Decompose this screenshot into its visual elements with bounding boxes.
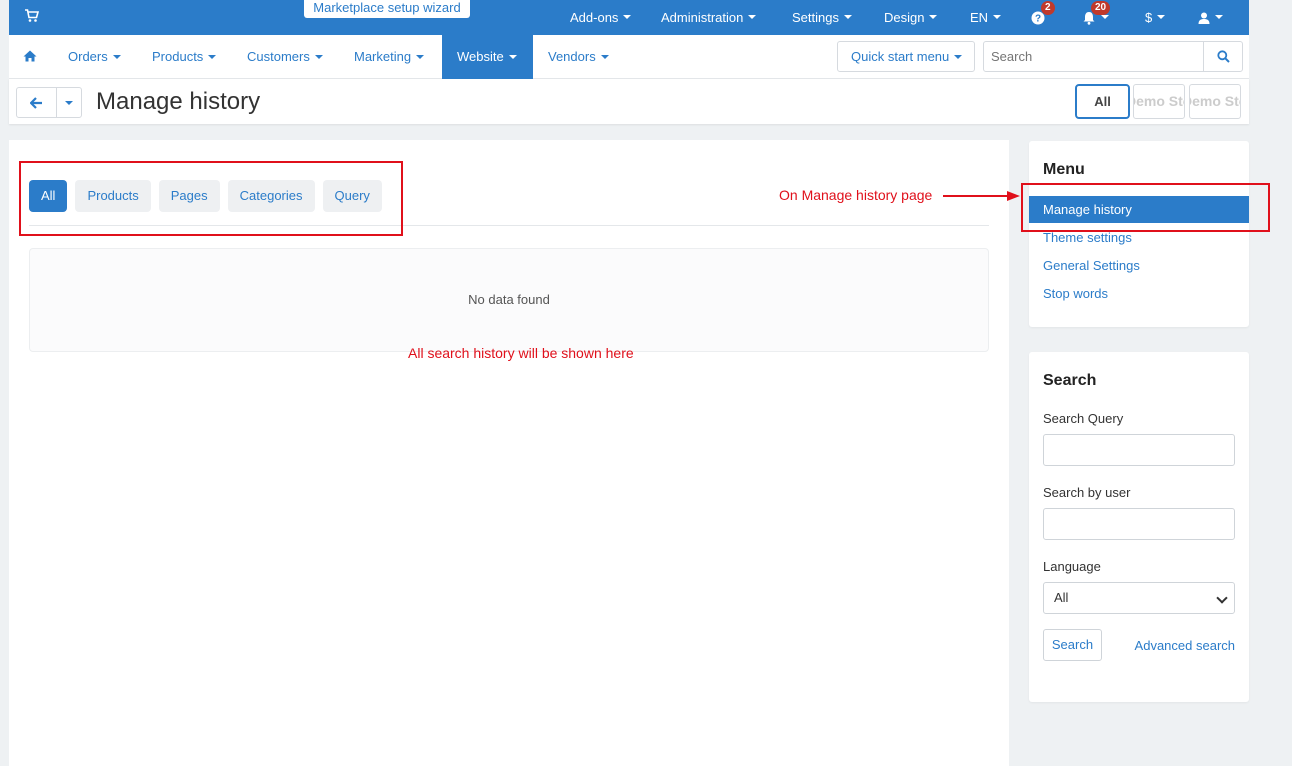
annotation-menu-box	[1021, 183, 1270, 232]
chevron-down-icon	[1215, 14, 1223, 19]
nav-customers[interactable]: Customers	[247, 35, 323, 79]
chevron-down-icon	[993, 14, 1002, 19]
home-link[interactable]	[23, 35, 39, 79]
chevron-down-icon	[112, 54, 121, 59]
language-label: EN	[970, 10, 989, 25]
title-bar: Manage history All Demo Store Demo Store	[9, 79, 1249, 124]
chevron-down-icon	[748, 14, 757, 19]
global-search-button[interactable]	[1203, 41, 1243, 72]
user-menu[interactable]	[1198, 0, 1223, 35]
nav-products-label: Products	[152, 49, 204, 64]
chevron-down-icon	[314, 54, 323, 59]
marketplace-setup-wizard-button[interactable]: Marketplace setup wizard	[304, 0, 470, 18]
quick-start-menu-button[interactable]: Quick start menu	[837, 41, 975, 72]
addons-label: Add-ons	[570, 10, 619, 25]
store-selector-2[interactable]: Demo Store	[1189, 84, 1241, 119]
notifications-menu[interactable]: 20	[1082, 0, 1111, 35]
back-dropdown-button[interactable]	[56, 87, 82, 118]
store-selector-1[interactable]: Demo Store	[1133, 84, 1185, 119]
menu-item-theme-settings[interactable]: Theme settings	[1043, 230, 1132, 245]
nav-orders[interactable]: Orders	[68, 35, 121, 79]
search-panel-title: Search	[1043, 372, 1097, 389]
addons-menu[interactable]: Add-ons	[570, 0, 632, 35]
language-filter-label: Language	[1043, 559, 1101, 574]
nav-vendors-label: Vendors	[548, 49, 596, 64]
nav-orders-label: Orders	[68, 49, 108, 64]
cart-icon[interactable]	[25, 9, 39, 23]
language-menu[interactable]: EN	[970, 0, 1002, 35]
store-all-button[interactable]: All	[1075, 84, 1130, 119]
design-menu[interactable]: Design	[884, 0, 938, 35]
annotation-tabs-box	[19, 161, 403, 236]
search-query-label: Search Query	[1043, 411, 1124, 426]
quick-start-label: Quick start menu	[851, 49, 950, 64]
search-submit-button[interactable]: Search	[1043, 629, 1102, 661]
chevron-down-icon	[954, 54, 963, 59]
menu-title: Menu	[1043, 161, 1085, 178]
nav-vendors[interactable]: Vendors	[548, 35, 609, 79]
chevron-down-icon	[600, 54, 609, 59]
language-select-value: All	[1054, 590, 1069, 605]
help-menu[interactable]: ? 2	[1031, 0, 1055, 35]
nav-website-label: Website	[457, 49, 504, 64]
search-by-user-input[interactable]	[1043, 508, 1235, 540]
annotation-arrow-note: On Manage history page	[779, 187, 933, 203]
annotation-history-note: All search history will be shown here	[408, 345, 634, 361]
search-query-input[interactable]	[1043, 434, 1235, 466]
chevron-down-icon	[208, 54, 217, 59]
currency-label: $	[1145, 10, 1153, 25]
top-bar: Marketplace setup wizard Add-ons Adminis…	[9, 0, 1249, 35]
search-icon	[1217, 50, 1230, 63]
home-icon	[23, 50, 37, 62]
no-data-panel: No data found	[29, 248, 989, 352]
settings-label: Settings	[792, 10, 839, 25]
menu-item-stop-words[interactable]: Stop words	[1043, 286, 1108, 301]
chevron-down-icon	[65, 100, 73, 105]
notifications-badge: 20	[1091, 1, 1111, 15]
administration-menu[interactable]: Administration	[661, 0, 757, 35]
sidebar-menu-panel: Menu Manage history Theme settings Gener…	[1029, 141, 1249, 327]
page-title: Manage history	[96, 88, 261, 115]
user-icon	[1198, 12, 1210, 24]
chevron-down-icon	[416, 54, 425, 59]
settings-menu[interactable]: Settings	[792, 0, 852, 35]
chevron-down-icon	[1157, 14, 1166, 19]
chevron-down-icon	[843, 14, 852, 19]
chevron-down-icon	[508, 54, 517, 59]
advanced-search-link[interactable]: Advanced search	[1135, 638, 1235, 653]
annotation-arrow-icon	[943, 191, 1020, 201]
sidebar-search-panel: Search Search Query Search by user Langu…	[1029, 352, 1249, 702]
nav-marketing-label: Marketing	[354, 49, 412, 64]
administration-label: Administration	[661, 10, 744, 25]
design-label: Design	[884, 10, 925, 25]
chevron-down-icon	[623, 14, 632, 19]
arrow-left-icon	[30, 97, 42, 109]
nav-marketing[interactable]: Marketing	[354, 35, 425, 79]
search-by-user-label: Search by user	[1043, 485, 1131, 500]
currency-menu[interactable]: $	[1145, 0, 1166, 35]
nav-website[interactable]: Website	[442, 35, 533, 79]
nav-customers-label: Customers	[247, 49, 310, 64]
nav-products[interactable]: Products	[152, 35, 217, 79]
chevron-down-icon	[1101, 14, 1109, 19]
main-navigation: Orders Products Customers Marketing Webs…	[9, 35, 1249, 79]
svg-text:?: ?	[1035, 13, 1041, 24]
menu-item-general-settings[interactable]: General Settings	[1043, 258, 1140, 273]
chevron-down-icon	[929, 14, 938, 19]
chevron-down-icon	[1216, 592, 1228, 604]
back-button[interactable]	[16, 87, 57, 118]
language-select[interactable]: All	[1043, 582, 1235, 614]
global-search-input[interactable]	[983, 41, 1204, 72]
help-badge: 2	[1041, 1, 1055, 15]
